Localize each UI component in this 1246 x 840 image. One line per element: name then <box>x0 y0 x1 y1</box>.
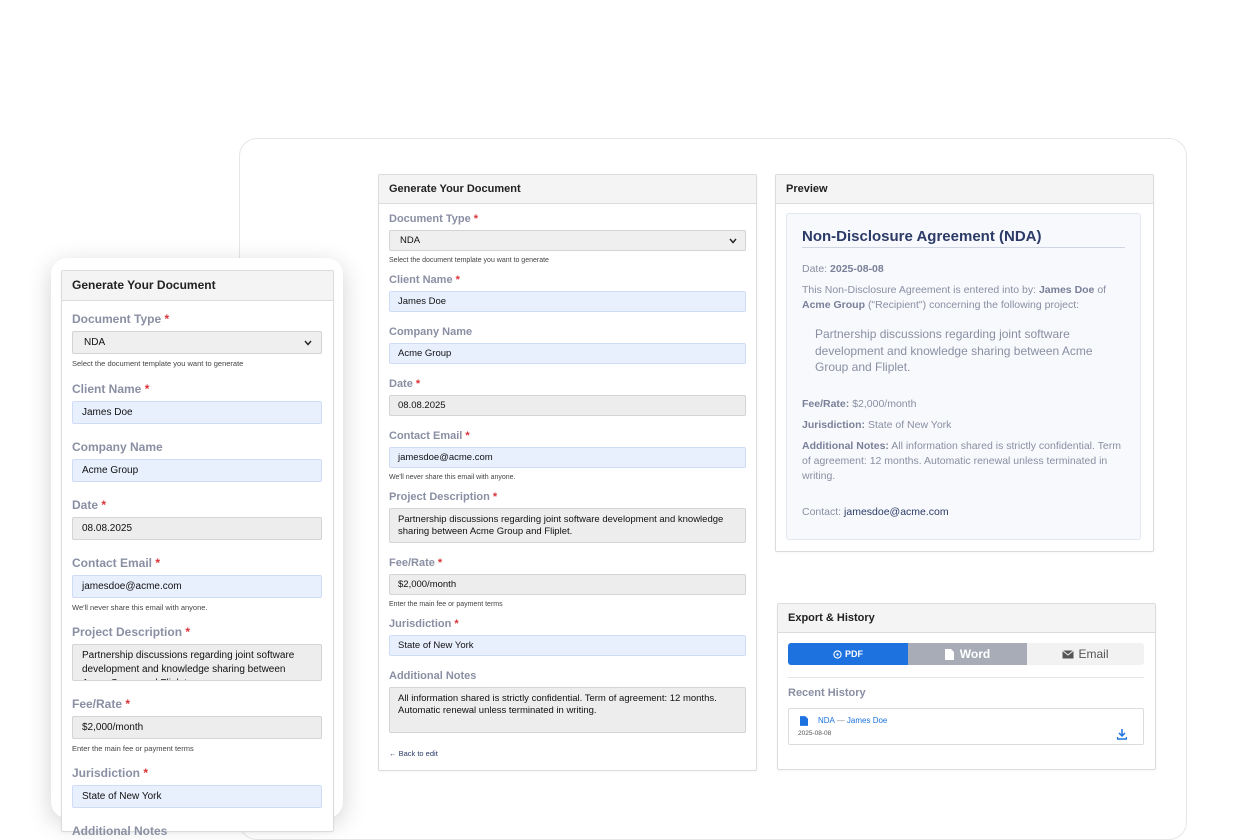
envelope-icon <box>1062 649 1075 658</box>
doc-type-help: Select the document template you want to… <box>389 257 549 264</box>
history-item[interactable]: NDA — James Doe 2025-08-08 <box>788 708 1144 745</box>
mobile-contact-email-label: Contact Email * <box>72 556 161 570</box>
preview-panel: Preview Non-Disclosure Agreement (NDA) D… <box>775 174 1154 552</box>
preview-doc-title: Non-Disclosure Agreement (NDA) <box>802 228 1125 248</box>
form-title: Generate Your Document <box>379 175 756 204</box>
mobile-fee-rate-label: Fee/Rate * <box>72 697 131 711</box>
contact-email-label: Contact Email * <box>389 430 470 442</box>
fee-rate-input[interactable]: $2,000/month <box>389 574 746 595</box>
mobile-doc-type-help: Select the document template you want to… <box>72 359 244 368</box>
export-title: Export & History <box>778 604 1155 633</box>
mobile-jurisdiction-label: Jurisdiction * <box>72 766 149 780</box>
client-name-label: Client Name * <box>389 274 460 286</box>
mobile-client-name-label: Client Name * <box>72 382 150 396</box>
chevron-down-icon <box>729 238 737 244</box>
preview-contact: Contact: jamesdoe@acme.com <box>802 505 949 518</box>
preview-intro: This Non-Disclosure Agreement is entered… <box>802 284 1107 311</box>
chevron-down-icon <box>304 340 312 346</box>
fee-help: Enter the main fee or payment terms <box>389 601 503 608</box>
mobile-document-form-panel: Generate Your Document Document Type * N… <box>61 270 334 838</box>
project-description-textarea[interactable]: Partnership discussions regarding joint … <box>389 508 746 543</box>
fee-rate-label: Fee/Rate * <box>389 557 443 569</box>
preview-project: Partnership discussions regarding joint … <box>815 327 1093 374</box>
preview-date: Date: 2025-08-08 <box>802 263 884 275</box>
preview-fee: Fee/Rate: $2,000/month <box>802 397 917 410</box>
back-to-edit-link[interactable]: ← Back to edit <box>389 749 746 758</box>
document-form-panel: Generate Your Document Document Type * N… <box>378 174 757 771</box>
export-history-panel: Export & History PDF Word Email Recent H… <box>777 603 1156 770</box>
mobile-doc-type-label: Document Type * <box>72 312 170 326</box>
jurisdiction-label: Jurisdiction * <box>389 618 459 630</box>
project-description-label: Project Description * <box>389 491 498 503</box>
doc-type-select[interactable]: NDA <box>389 230 746 251</box>
download-icon[interactable] <box>1117 729 1127 740</box>
mobile-client-name-input[interactable]: James Doe <box>72 401 322 424</box>
mobile-date-label: Date * <box>72 498 107 512</box>
mobile-form-title: Generate Your Document <box>62 271 333 301</box>
history-item-title: NDA — James Doe <box>818 716 888 725</box>
date-input[interactable]: 08.08.2025 <box>389 395 746 416</box>
mobile-contact-email-input[interactable]: jamesdoe@acme.com <box>72 575 322 598</box>
preview-document: Non-Disclosure Agreement (NDA) Date: 202… <box>786 213 1141 540</box>
mobile-company-name-input[interactable]: Acme Group <box>72 459 322 482</box>
file-icon <box>944 648 954 660</box>
mobile-device: Generate Your Document Document Type * N… <box>51 258 343 838</box>
mobile-company-name-label: Company Name <box>72 440 163 454</box>
preview-title: Preview <box>776 175 1153 204</box>
contact-email-input[interactable]: jamesdoe@acme.com <box>389 447 746 468</box>
email-help: We'll never share this email with anyone… <box>389 474 516 481</box>
history-item-date: 2025-08-08 <box>798 730 832 737</box>
mobile-doc-type-select[interactable]: NDA <box>72 331 322 354</box>
mobile-date-input[interactable]: 08.08.2025 <box>72 517 322 540</box>
recent-history-title: Recent History <box>788 687 866 699</box>
mobile-project-description-textarea[interactable]: Partnership discussions regarding joint … <box>72 644 322 681</box>
preview-notes: Additional Notes: All information shared… <box>802 439 1121 482</box>
info-circle-icon <box>833 649 842 659</box>
additional-notes-label: Additional Notes <box>389 670 477 682</box>
mobile-project-description-label: Project Description * <box>72 625 191 639</box>
mobile-additional-notes-label: Additional Notes <box>72 824 168 838</box>
client-name-input[interactable]: James Doe <box>389 291 746 312</box>
mobile-jurisdiction-input[interactable]: State of New York <box>72 785 322 808</box>
mobile-email-help: We'll never share this email with anyone… <box>72 603 208 612</box>
jurisdiction-input[interactable]: State of New York <box>389 635 746 656</box>
mobile-fee-help: Enter the main fee or payment terms <box>72 744 194 753</box>
additional-notes-textarea[interactable]: All information shared is strictly confi… <box>389 687 746 733</box>
doc-type-label: Document Type * <box>389 213 479 225</box>
divider <box>788 677 1144 678</box>
company-name-input[interactable]: Acme Group <box>389 343 746 364</box>
export-options: PDF Word Email <box>788 643 1144 665</box>
export-email-button[interactable]: Email <box>1027 643 1144 665</box>
date-label: Date * <box>389 378 421 390</box>
export-pdf-button[interactable]: PDF <box>788 643 908 665</box>
mobile-fee-rate-input[interactable]: $2,000/month <box>72 716 322 739</box>
file-icon <box>800 716 808 726</box>
export-word-button[interactable]: Word <box>908 643 1027 665</box>
preview-jurisdiction: Jurisdiction: State of New York <box>802 418 952 431</box>
company-name-label: Company Name <box>389 326 473 338</box>
